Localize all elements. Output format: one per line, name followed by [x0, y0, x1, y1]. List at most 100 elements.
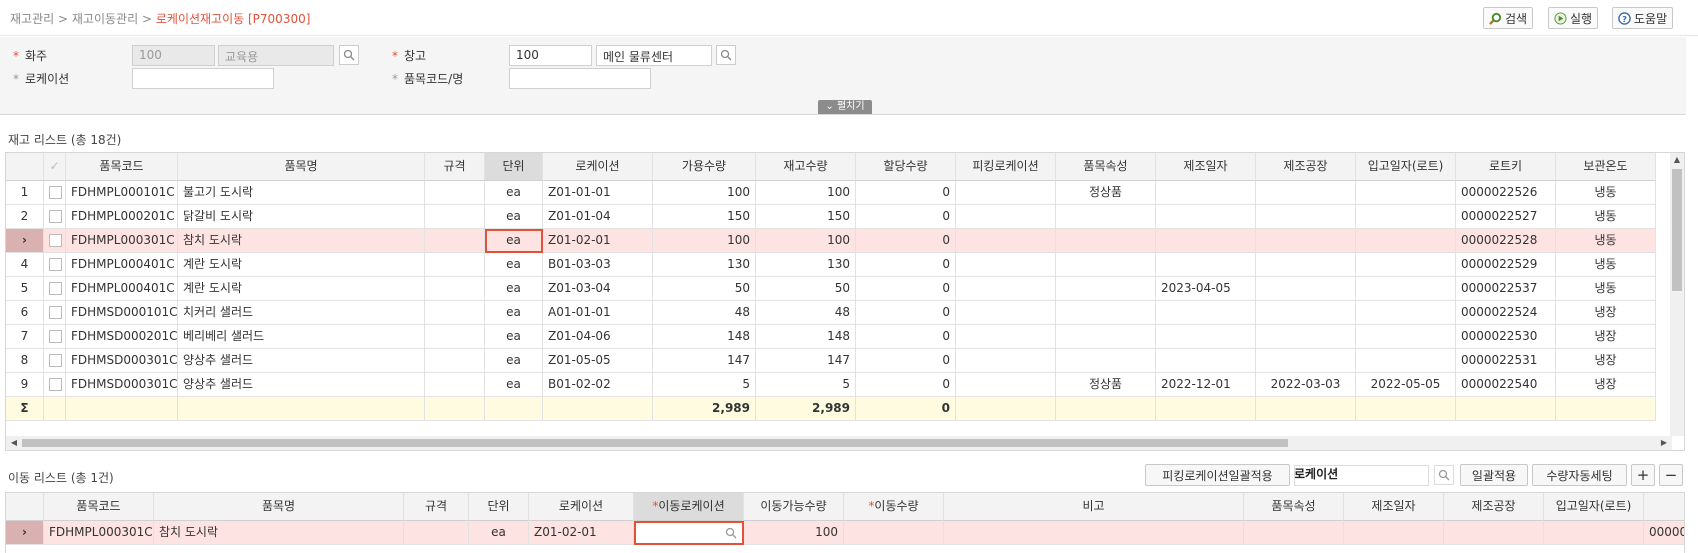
- row-checkbox[interactable]: [44, 277, 66, 301]
- table-cell: [1256, 181, 1356, 205]
- stock-header-cell[interactable]: 제조일자: [1156, 153, 1256, 181]
- table-row[interactable]: › FDHMPL000301C 참치 도시락 ea Z01-02-01 100 100 0 00…: [6, 229, 1656, 253]
- row-checkbox[interactable]: [44, 301, 66, 325]
- scroll-up-icon[interactable]: ▲: [1671, 155, 1683, 164]
- move-header-cell[interactable]: [1644, 493, 1684, 521]
- table-cell: [1256, 277, 1356, 301]
- select-all-checkbox[interactable]: ✓: [44, 153, 66, 181]
- stock-header-cell[interactable]: 품목속성: [1056, 153, 1156, 181]
- table-row[interactable]: 4 FDHMPL000401C 계란 도시락 ea B01-03-03 130 130 0 00…: [6, 253, 1656, 277]
- stock-header-cell[interactable]: [6, 153, 44, 181]
- row-checkbox[interactable]: [44, 181, 66, 205]
- move-quantity-cell[interactable]: [844, 521, 944, 545]
- stock-header-cell[interactable]: 로트키: [1456, 153, 1556, 181]
- row-checkbox[interactable]: [44, 373, 66, 397]
- stock-header-cell[interactable]: 품목명: [178, 153, 425, 181]
- row-checkbox[interactable]: [44, 229, 66, 253]
- run-button[interactable]: 실행: [1548, 7, 1599, 29]
- bulk-picking-location-button[interactable]: 피킹로케이션일괄적용: [1145, 464, 1290, 486]
- scrollbar-thumb[interactable]: [1672, 169, 1682, 291]
- scrollbar-thumb[interactable]: [22, 439, 1288, 447]
- stock-header-cell[interactable]: 제조공장: [1256, 153, 1356, 181]
- chevron-right-icon: ›: [22, 233, 27, 247]
- search-icon[interactable]: [725, 527, 737, 539]
- move-header-cell[interactable]: [6, 493, 44, 521]
- scroll-left-icon[interactable]: ◀: [8, 438, 20, 447]
- move-header-cell[interactable]: *이동로케이션: [634, 493, 744, 521]
- move-header-cell[interactable]: 제조일자: [1344, 493, 1444, 521]
- warehouse-search-button[interactable]: [716, 45, 736, 65]
- search-button[interactable]: 검색: [1483, 7, 1534, 29]
- horizontal-scrollbar[interactable]: ◀ ▶: [6, 436, 1672, 450]
- table-cell: 100: [756, 229, 856, 253]
- move-header-cell[interactable]: 단위: [469, 493, 529, 521]
- vertical-scrollbar[interactable]: ▲: [1670, 153, 1684, 436]
- breadcrumb-level1[interactable]: 재고관리: [10, 12, 54, 26]
- add-row-button[interactable]: +: [1631, 464, 1655, 486]
- table-row[interactable]: 8 FDHMSD000301C 양상추 샐러드 ea Z01-05-05 147 147 0 0…: [6, 349, 1656, 373]
- stock-header-cell[interactable]: 재고수량: [756, 153, 856, 181]
- warehouse-code-input[interactable]: 100: [509, 45, 592, 66]
- table-row[interactable]: 9 FDHMSD000301C 양상추 샐러드 ea B01-02-02 5 5 0 정상품 20…: [6, 373, 1656, 397]
- stock-header-cell[interactable]: 할당수량: [856, 153, 956, 181]
- move-header-cell[interactable]: 입고일자(로트): [1544, 493, 1644, 521]
- move-location-input[interactable]: [1294, 465, 1429, 486]
- table-cell: 0: [856, 229, 956, 253]
- move-header-cell[interactable]: 품목코드: [44, 493, 154, 521]
- scroll-right-icon[interactable]: ▶: [1658, 438, 1670, 447]
- auto-quantity-button[interactable]: 수량자동세팅: [1532, 464, 1627, 486]
- checkbox[interactable]: [49, 354, 62, 367]
- checkbox[interactable]: [49, 258, 62, 271]
- owner-search-button[interactable]: [339, 45, 359, 65]
- expand-toggle[interactable]: ⌄ 펼치기: [818, 100, 872, 114]
- breadcrumb-level2[interactable]: 재고이동관리: [72, 12, 138, 26]
- checkbox[interactable]: [49, 186, 62, 199]
- table-row[interactable]: 7 FDHMSD000201C 베리베리 샐러드 ea Z01-04-06 148 148 0…: [6, 325, 1656, 349]
- table-cell: 0: [856, 301, 956, 325]
- row-checkbox[interactable]: [44, 325, 66, 349]
- checkbox[interactable]: [49, 210, 62, 223]
- stock-header-cell[interactable]: 규격: [425, 153, 485, 181]
- top-bar: 재고관리 > 재고이동관리 > 로케이션재고이동 [P700300] 검색 실행…: [0, 0, 1698, 36]
- item-input[interactable]: [509, 68, 651, 89]
- table-row[interactable]: › FDHMPL000301C 참치 도시락 ea Z01-02-01 100 00000: [6, 521, 1684, 545]
- move-header-cell[interactable]: 품목속성: [1244, 493, 1344, 521]
- checkbox[interactable]: [49, 378, 62, 391]
- table-cell: 130: [756, 253, 856, 277]
- stock-header-cell[interactable]: 입고일자(로트): [1356, 153, 1456, 181]
- table-cell: [956, 277, 1056, 301]
- remove-row-button[interactable]: −: [1659, 464, 1683, 486]
- move-location-cell[interactable]: [634, 521, 744, 545]
- checkbox[interactable]: [49, 282, 62, 295]
- table-row[interactable]: 2 FDHMPL000201C 닭갈비 도시락 ea Z01-01-04 150 150 0 0…: [6, 205, 1656, 229]
- stock-header-cell[interactable]: 단위: [485, 153, 543, 181]
- checkbox[interactable]: [49, 306, 62, 319]
- stock-header-cell[interactable]: 가용수량: [653, 153, 756, 181]
- table-row[interactable]: 5 FDHMPL000401C 계란 도시락 ea Z01-03-04 50 50 0 2023…: [6, 277, 1656, 301]
- stock-header-cell[interactable]: 피킹로케이션: [956, 153, 1056, 181]
- move-header-cell[interactable]: *이동수량: [844, 493, 944, 521]
- stock-header-cell[interactable]: 로케이션: [543, 153, 653, 181]
- move-header-cell[interactable]: 이동가능수량: [744, 493, 844, 521]
- stock-header-cell[interactable]: 보관온도: [1556, 153, 1656, 181]
- row-checkbox[interactable]: [44, 253, 66, 277]
- row-checkbox[interactable]: [44, 205, 66, 229]
- table-row[interactable]: 1 FDHMPL000101C 불고기 도시락 ea Z01-01-01 100 100 0 정…: [6, 181, 1656, 205]
- move-header-cell[interactable]: 규격: [404, 493, 469, 521]
- move-location-search-button[interactable]: [1434, 465, 1454, 485]
- location-input[interactable]: [132, 68, 274, 89]
- checkbox[interactable]: [49, 234, 62, 247]
- table-row[interactable]: 6 FDHMSD000101C 치커리 샐러드 ea A01-01-01 48 48 0 000…: [6, 301, 1656, 325]
- help-button[interactable]: ? 도움말: [1612, 7, 1674, 29]
- move-header-cell[interactable]: 제조공장: [1444, 493, 1544, 521]
- move-header-cell[interactable]: 비고: [944, 493, 1244, 521]
- move-header-cell[interactable]: 로케이션: [529, 493, 634, 521]
- checkbox[interactable]: [49, 330, 62, 343]
- stock-header-cell[interactable]: 품목코드: [66, 153, 178, 181]
- sum-cell: [1356, 397, 1456, 421]
- table-cell: Z01-05-05: [543, 349, 653, 373]
- move-header-cell[interactable]: 품목명: [154, 493, 404, 521]
- row-checkbox[interactable]: [44, 349, 66, 373]
- table-cell: 냉동: [1556, 277, 1656, 301]
- bulk-apply-button[interactable]: 일괄적용: [1460, 464, 1528, 486]
